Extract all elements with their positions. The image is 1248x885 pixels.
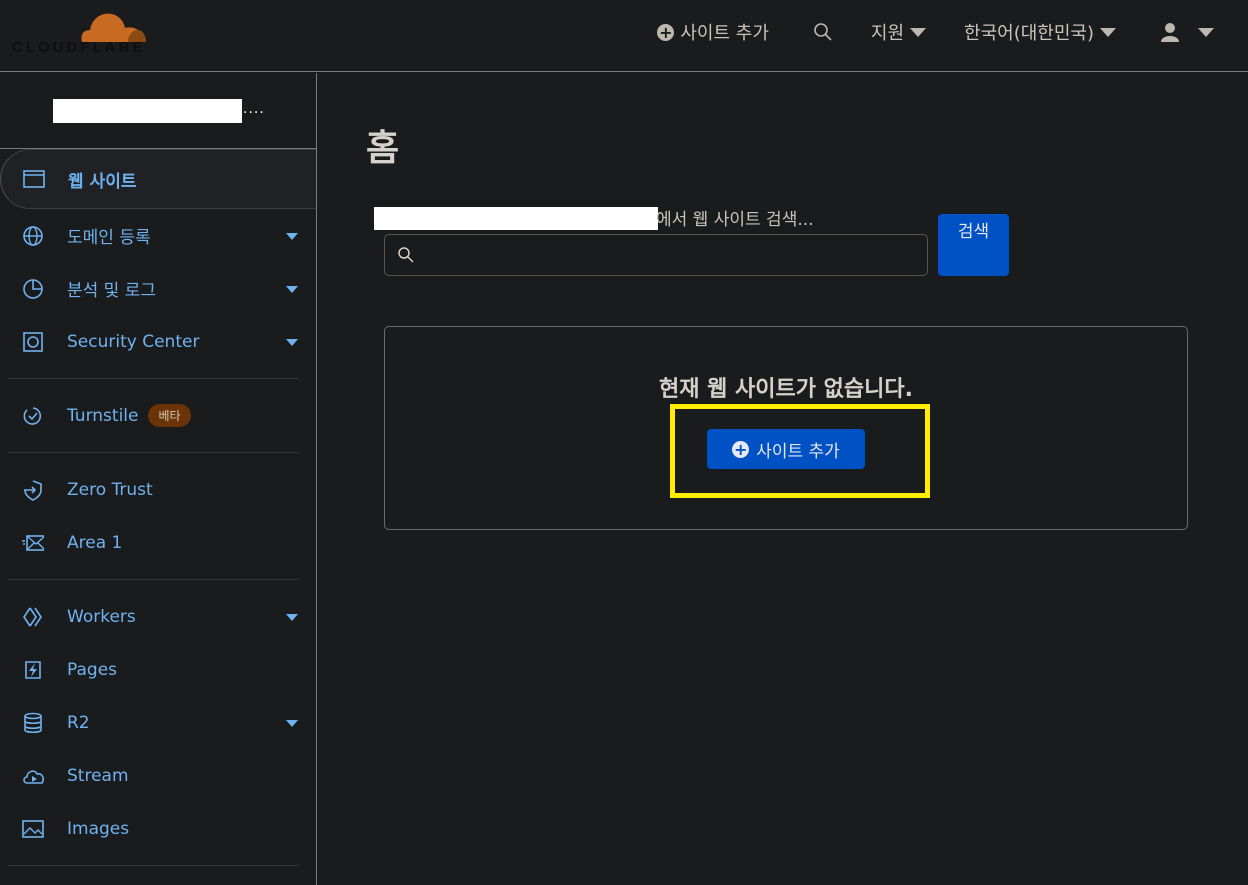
lightning-icon <box>22 659 44 681</box>
sidebar-item-workers[interactable]: Workers <box>0 590 316 643</box>
sidebar-item-images[interactable]: Images <box>0 802 316 855</box>
caret-down-icon[interactable] <box>286 613 298 621</box>
globe-icon <box>22 225 44 247</box>
plus-circle-icon: + <box>657 22 675 42</box>
sidebar-item-r2[interactable]: R2 <box>0 696 316 749</box>
shield-icon <box>22 479 44 501</box>
search-label: 에서 웹 사이트 검색... <box>656 210 814 230</box>
divider <box>8 378 299 379</box>
image-icon <box>22 818 44 840</box>
search-icon <box>398 247 414 263</box>
caret-down-icon[interactable] <box>286 232 298 240</box>
plus-circle-icon: + <box>732 439 750 459</box>
turnstile-icon <box>22 405 44 427</box>
sidebar-item-websites[interactable]: 웹 사이트 <box>0 149 316 209</box>
cloud-play-icon <box>22 765 44 787</box>
language-menu[interactable]: 한국어(대한민국) <box>964 19 1116 45</box>
workers-icon <box>22 606 44 628</box>
sidebar-item-domain-registration[interactable]: 도메인 등록 <box>0 209 316 262</box>
redacted-account-name <box>374 207 658 230</box>
caret-down-icon[interactable] <box>286 719 298 727</box>
cloudflare-logo[interactable]: CLOUDFLARE <box>12 6 152 58</box>
security-icon <box>22 331 44 353</box>
sidebar-item-area-1[interactable]: Area 1 <box>0 516 316 569</box>
empty-message: 현재 웹 사이트가 없습니다. <box>659 377 913 402</box>
search-nav-button[interactable] <box>813 22 833 42</box>
website-search-input[interactable] <box>425 246 927 264</box>
user-icon <box>1161 23 1179 42</box>
sidebar-item-security-center[interactable]: Security Center <box>0 315 316 368</box>
search-icon <box>814 23 832 41</box>
add-site-nav-button[interactable]: + 사이트 추가 <box>657 19 769 45</box>
caret-down-icon <box>1198 27 1214 37</box>
envelope-icon <box>22 532 44 554</box>
user-menu[interactable] <box>1160 22 1214 42</box>
beta-badge: 베타 <box>148 404 191 427</box>
caret-down-icon <box>1100 27 1116 37</box>
top-header: CLOUDFLARE + 사이트 추가 지원 한국어(대한민국) <box>0 0 1248 72</box>
website-search-field[interactable] <box>384 234 928 276</box>
sidebar-item-zero-trust[interactable]: Zero Trust <box>0 463 316 516</box>
sidebar-item-pages[interactable]: Pages <box>0 643 316 696</box>
sidebar-item-stream[interactable]: Stream <box>0 749 316 802</box>
caret-down-icon[interactable] <box>286 285 298 293</box>
sidebar-item-turnstile[interactable]: Turnstile 베타 <box>0 389 316 442</box>
caret-down-icon <box>910 27 927 37</box>
sidebar-item-analytics-logs[interactable]: 분석 및 로그 <box>0 262 316 315</box>
page-title: 홈 <box>366 128 400 169</box>
add-site-button[interactable]: + 사이트 추가 <box>707 429 865 469</box>
divider <box>8 865 299 866</box>
divider <box>8 452 299 453</box>
pie-chart-icon <box>22 278 44 300</box>
support-menu[interactable]: 지원 <box>871 19 927 45</box>
browser-window-icon <box>23 168 45 190</box>
account-selector[interactable]: .... <box>0 73 316 149</box>
sidebar: .... 웹 사이트 도메인 등록 분석 및 로그 Security Cente… <box>0 73 317 885</box>
search-button[interactable]: 검색 <box>938 214 1009 276</box>
database-icon <box>22 712 44 734</box>
divider <box>8 579 299 580</box>
caret-down-icon[interactable] <box>286 338 298 346</box>
empty-state-card: 현재 웹 사이트가 없습니다. + 사이트 추가 <box>384 326 1188 530</box>
redacted-account-name <box>53 99 242 123</box>
